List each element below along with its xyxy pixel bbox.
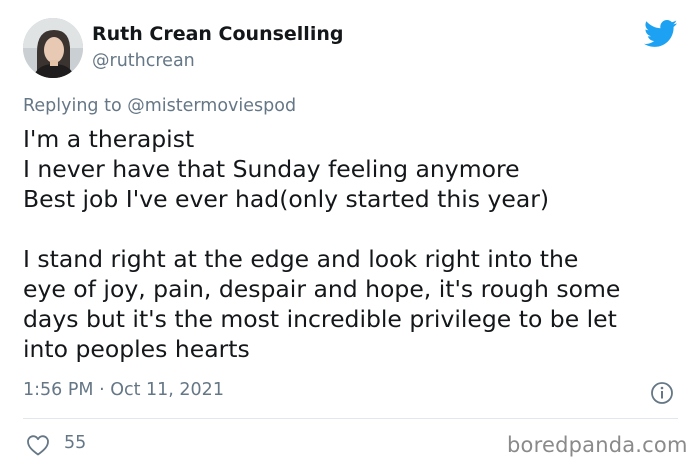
author-handle[interactable]: @ruthcrean	[92, 51, 195, 71]
tweet-line: I stand right at the edge and look right…	[23, 245, 579, 273]
tweet-line: into peoples hearts	[23, 335, 250, 363]
watermark: boredpanda.com	[507, 433, 688, 457]
tweet-card: Ruth Crean Counselling @ruthcrean Replyi…	[0, 0, 700, 471]
like-count: 55	[64, 433, 87, 453]
tweet-line: days but it's the most incredible privil…	[23, 305, 617, 333]
tweet-line: I never have that Sunday feeling anymore	[23, 155, 520, 183]
avatar[interactable]	[23, 18, 83, 78]
tweet-timestamp[interactable]: 1:56 PM · Oct 11, 2021	[23, 380, 224, 400]
tweet-line: eye of joy, pain, despair and hope, it's…	[23, 275, 621, 303]
divider	[23, 418, 678, 419]
profile-photo-icon	[23, 18, 83, 78]
tweet-line: Best job I've ever had(only started this…	[23, 185, 550, 213]
twitter-bird-icon[interactable]	[644, 20, 678, 48]
heart-icon[interactable]	[26, 434, 50, 456]
reply-context: Replying to @mistermoviespod	[23, 96, 296, 116]
author-display-name[interactable]: Ruth Crean Counselling	[92, 23, 343, 45]
tweet-line: I'm a therapist	[23, 125, 195, 153]
reply-mention-link[interactable]: @mistermoviespod	[127, 96, 296, 116]
tweet-text: I'm a therapist I never have that Sunday…	[23, 124, 683, 364]
info-icon[interactable]	[650, 381, 674, 405]
tweet-line	[23, 214, 683, 244]
reply-prefix: Replying to	[23, 96, 128, 116]
